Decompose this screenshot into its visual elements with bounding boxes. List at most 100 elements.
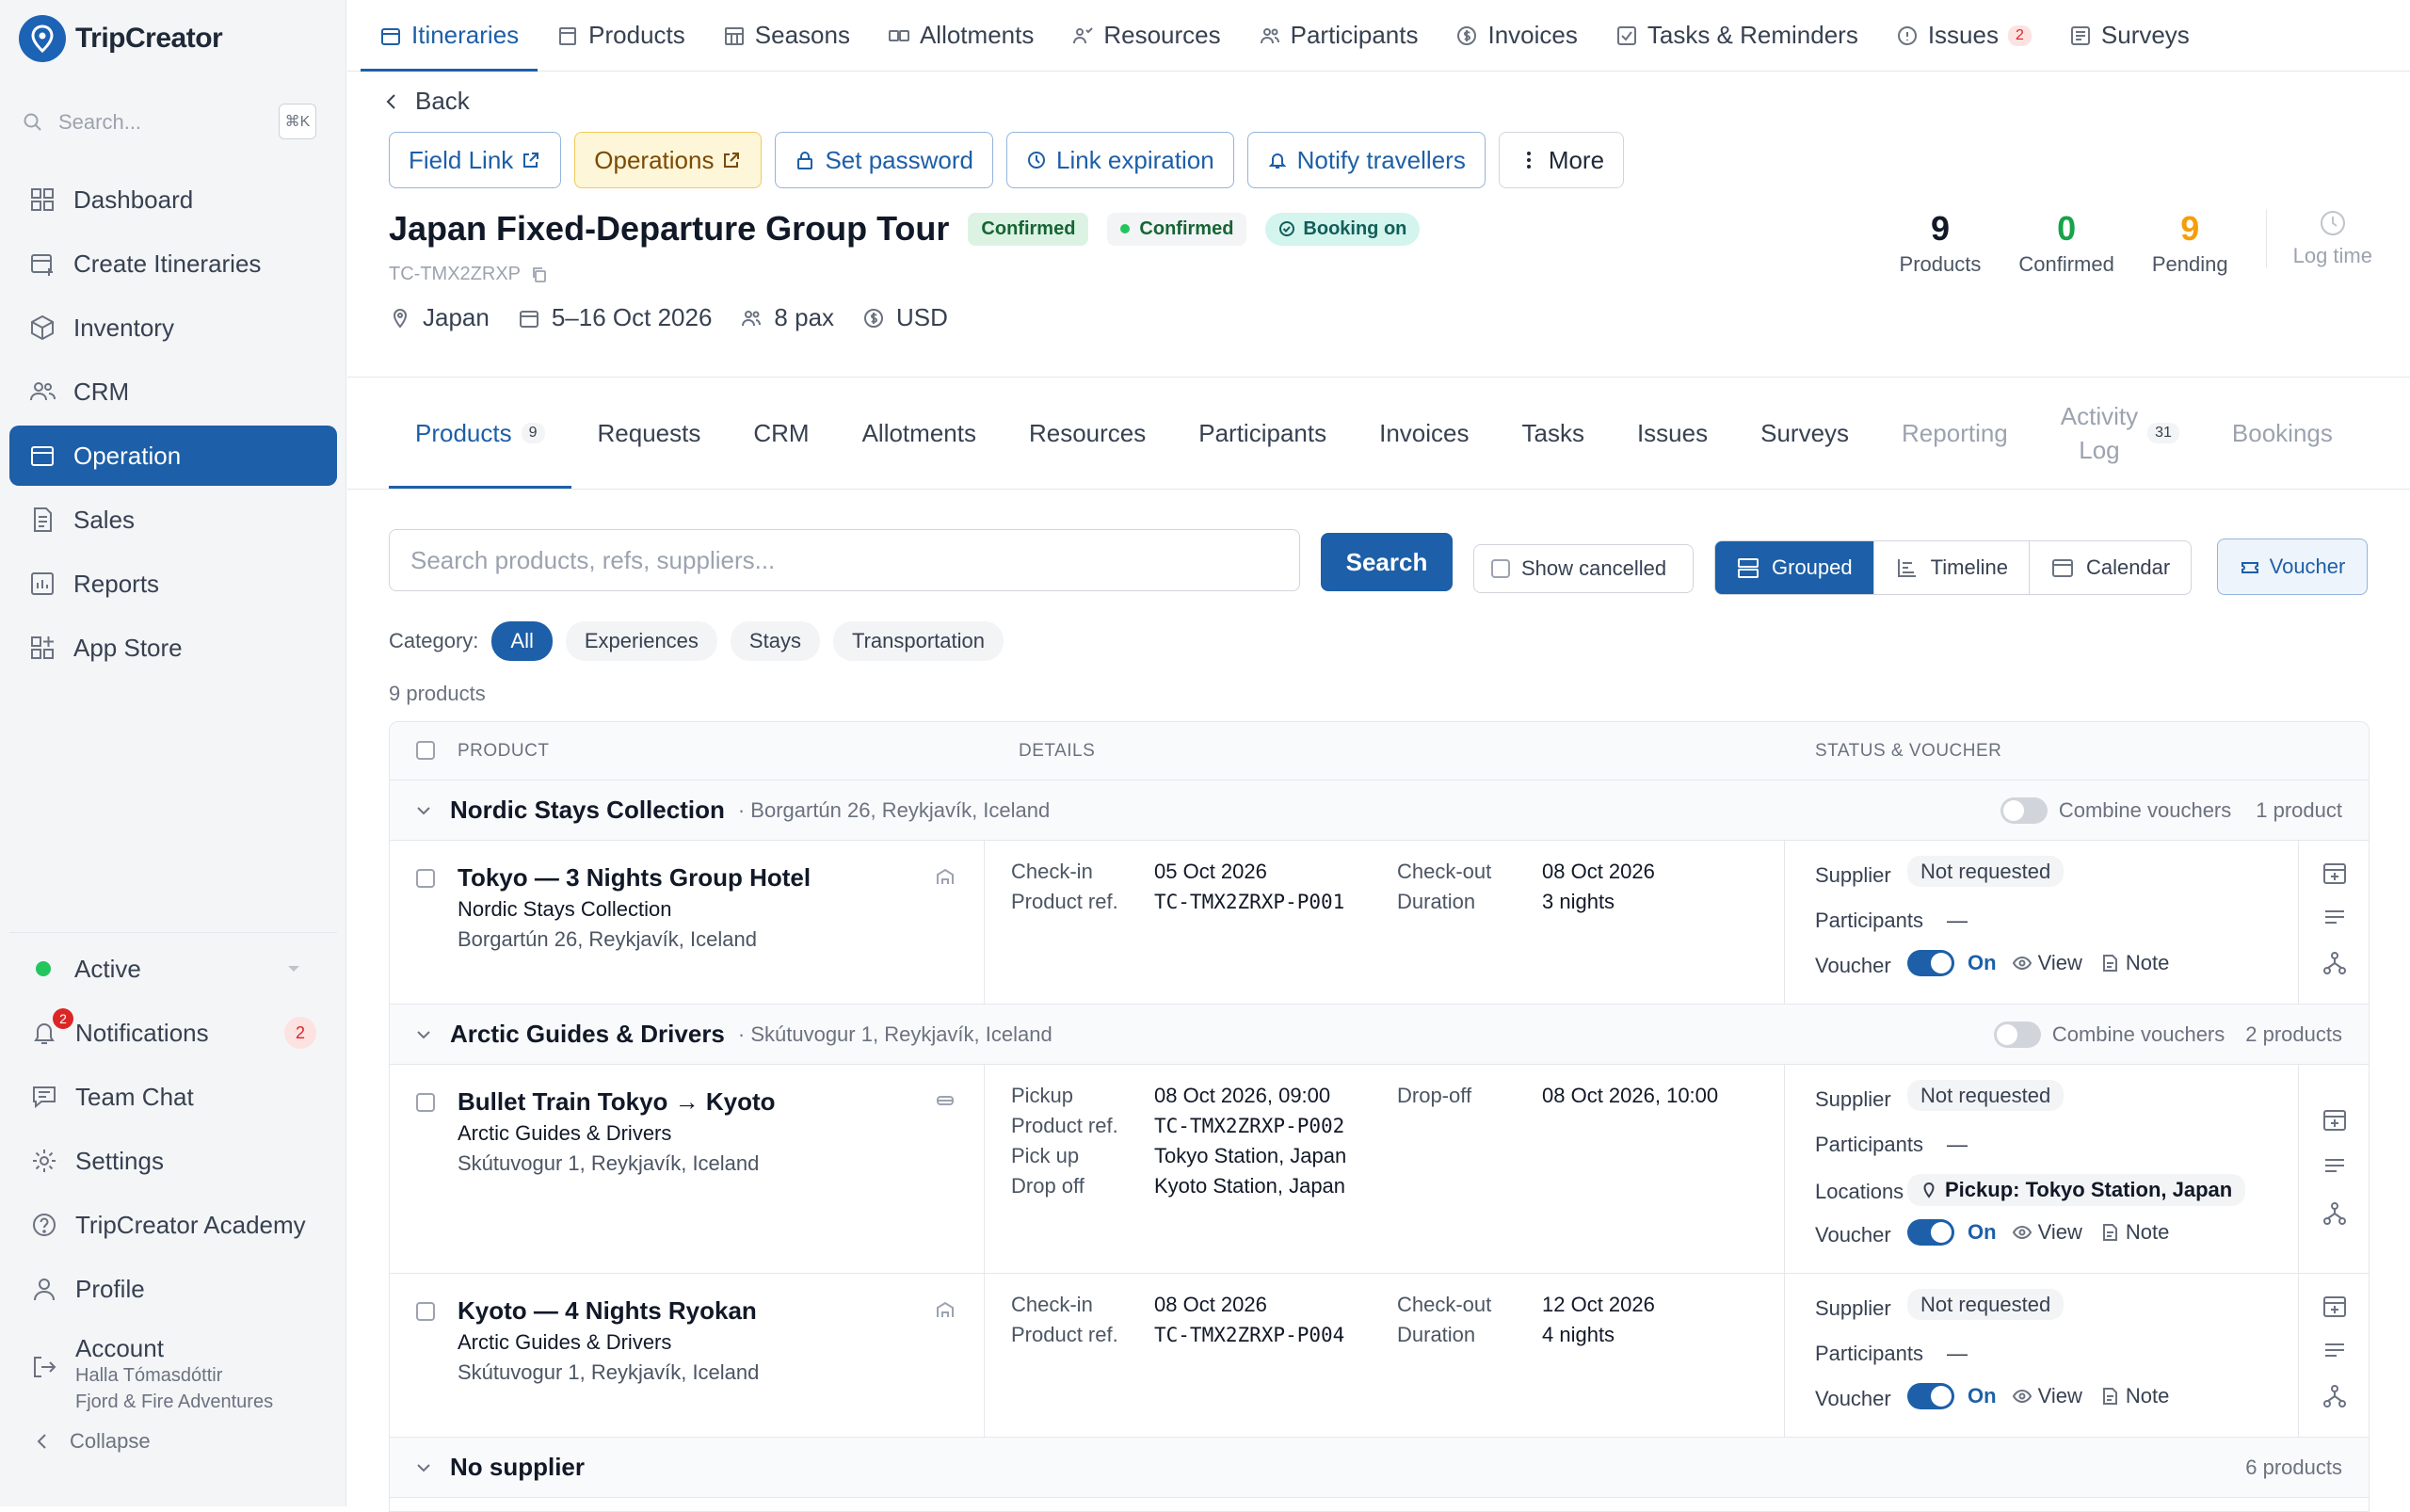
topnav-tasks[interactable]: Tasks & Reminders (1597, 0, 1877, 72)
timeline-view-button[interactable]: Timeline (1874, 541, 2030, 594)
product-name[interactable]: Kyoto — 4 Nights Ryokan (458, 1296, 757, 1326)
sidebar-item-academy[interactable]: TripCreator Academy (9, 1193, 337, 1257)
operations-button[interactable]: Operations (574, 132, 763, 188)
sidebar-item-operation[interactable]: Operation (9, 426, 337, 486)
tab-reporting[interactable]: Reporting (1875, 378, 2034, 489)
link-expiration-button[interactable]: Link expiration (1006, 132, 1234, 188)
checkbox[interactable] (1491, 559, 1510, 578)
voucher-toggle[interactable] (1907, 950, 1954, 976)
voucher-toggle[interactable] (1907, 1383, 1954, 1409)
combine-vouchers-toggle[interactable] (2000, 796, 2048, 824)
voucher-toggle[interactable] (1907, 1219, 1954, 1246)
sidebar-item-crm[interactable]: CRM (9, 362, 337, 422)
account-name: Halla Tómasdóttir (75, 1365, 223, 1386)
sidebar-item-label: Profile (75, 1274, 145, 1303)
sidebar-item-dashboard[interactable]: Dashboard (9, 169, 337, 230)
row-checkbox[interactable] (416, 1093, 435, 1112)
tab-allotments[interactable]: Allotments (836, 378, 1003, 489)
category-chip-transportation[interactable]: Transportation (832, 621, 1004, 661)
topnav-invoices[interactable]: Invoices (1437, 0, 1596, 72)
tab-crm[interactable]: CRM (727, 378, 835, 489)
trip-title-row: Japan Fixed-Departure Group Tour Confirm… (389, 209, 1421, 249)
sidebar-item-label: Sales (73, 505, 136, 534)
sidebar-item-reports[interactable]: Reports (9, 554, 337, 614)
sidebar-item-profile[interactable]: Profile (9, 1257, 337, 1321)
notify-travellers-button[interactable]: Notify travellers (1246, 132, 1486, 188)
field-link-button[interactable]: Field Link (389, 132, 562, 188)
tab-tasks[interactable]: Tasks (1495, 378, 1610, 489)
trip-meta: Japan 5–16 Oct 2026 8 pax USD (389, 303, 976, 332)
voucher-view-link[interactable]: View (2012, 951, 2082, 975)
supplier-group-header[interactable]: Nordic Stays Collection · Borgartún 26, … (390, 780, 2369, 841)
lines-icon[interactable] (2322, 1338, 2348, 1364)
tab-participants[interactable]: Participants (1172, 378, 1353, 489)
search-button[interactable]: Search (1321, 533, 1453, 591)
voucher-note-link[interactable]: Note (2099, 1384, 2169, 1408)
tab-invoices[interactable]: Invoices (1353, 378, 1495, 489)
collapse-button[interactable]: Collapse (9, 1415, 337, 1468)
sidebar-item-app-store[interactable]: App Store (9, 618, 337, 678)
network-icon[interactable] (2322, 1200, 2348, 1227)
sidebar-item-label: Settings (75, 1146, 164, 1175)
tab-resources[interactable]: Resources (1003, 378, 1172, 489)
topnav-products[interactable]: Products (538, 0, 704, 72)
topnav-participants[interactable]: Participants (1240, 0, 1438, 72)
combine-vouchers-toggle[interactable] (1993, 1021, 2041, 1048)
network-icon[interactable] (2322, 1383, 2348, 1409)
tab-bookings[interactable]: Bookings (2206, 378, 2359, 489)
network-icon[interactable] (2322, 950, 2348, 976)
ticket-icon (2241, 562, 2258, 573)
product-search-input[interactable]: Search products, refs, suppliers... (389, 529, 1300, 591)
tab-requests[interactable]: Requests (571, 378, 728, 489)
sidebar-item-inventory[interactable]: Inventory (9, 298, 337, 358)
topnav-itineraries[interactable]: Itineraries (361, 0, 538, 72)
voucher-view-link[interactable]: View (2012, 1384, 2082, 1408)
lines-icon[interactable] (2322, 905, 2348, 931)
help-circle-icon (33, 1214, 56, 1236)
tab-products[interactable]: Products 9 (389, 378, 571, 489)
back-link[interactable]: Back (385, 87, 470, 116)
topnav-seasons[interactable]: Seasons (704, 0, 869, 72)
voucher-note-link[interactable]: Note (2099, 951, 2169, 975)
row-checkbox[interactable] (416, 1302, 435, 1321)
supplier-group-header[interactable]: Arctic Guides & Drivers · Skútuvogur 1, … (390, 1005, 2369, 1065)
calendar-view-button[interactable]: Calendar (2030, 541, 2191, 594)
voucher-view-link[interactable]: View (2012, 1220, 2082, 1245)
set-password-button[interactable]: Set password (775, 132, 993, 188)
category-chip-experiences[interactable]: Experiences (565, 621, 717, 661)
sidebar-item-notifications[interactable]: 2 Notifications 2 (9, 1001, 337, 1065)
category-chip-all[interactable]: All (491, 621, 553, 661)
select-all-checkbox[interactable] (416, 741, 435, 760)
sidebar-item-team-chat[interactable]: Team Chat (9, 1065, 337, 1129)
log-time-button[interactable]: Log time (2265, 209, 2372, 268)
calendar-plus-icon[interactable] (2322, 1106, 2348, 1133)
topnav-issues[interactable]: Issues 2 (1877, 0, 2050, 72)
copy-icon[interactable] (530, 265, 549, 284)
sidebar-item-account[interactable]: Account Halla Tómasdóttir Fjord & Fire A… (9, 1321, 337, 1415)
status-selector[interactable]: Active (9, 937, 337, 1001)
voucher-button[interactable]: Voucher (2217, 539, 2368, 595)
sidebar-item-sales[interactable]: Sales (9, 490, 337, 550)
lines-icon[interactable] (2322, 1153, 2348, 1180)
show-cancelled-checkbox[interactable]: Show cancelled (1473, 544, 1694, 593)
brand-logo[interactable]: TripCreator (19, 15, 223, 62)
calendar-plus-icon[interactable] (2322, 1293, 2348, 1319)
more-button[interactable]: More (1498, 132, 1625, 188)
voucher-note-link[interactable]: Note (2099, 1220, 2169, 1245)
topnav-allotments[interactable]: Allotments (869, 0, 1052, 72)
sidebar-item-create-itineraries[interactable]: Create Itineraries (9, 233, 337, 294)
product-name[interactable]: Tokyo — 3 Nights Group Hotel (458, 863, 811, 893)
topnav-resources[interactable]: Resources (1052, 0, 1239, 72)
sidebar-search[interactable]: Search... ⌘K (23, 100, 316, 145)
supplier-group-header[interactable]: No supplier 6 products (390, 1438, 2369, 1498)
tab-activity-log[interactable]: Activity Log 31 (2034, 378, 2206, 489)
topnav-surveys[interactable]: Surveys (2050, 0, 2209, 72)
category-chip-stays[interactable]: Stays (730, 621, 820, 661)
product-name[interactable]: Bullet Train Tokyo → Kyoto (458, 1087, 776, 1117)
sidebar-item-settings[interactable]: Settings (9, 1129, 337, 1193)
tab-issues[interactable]: Issues (1611, 378, 1734, 489)
calendar-plus-icon[interactable] (2322, 860, 2348, 886)
grouped-view-button[interactable]: Grouped (1715, 541, 1874, 594)
row-checkbox[interactable] (416, 869, 435, 888)
tab-surveys[interactable]: Surveys (1734, 378, 1875, 489)
